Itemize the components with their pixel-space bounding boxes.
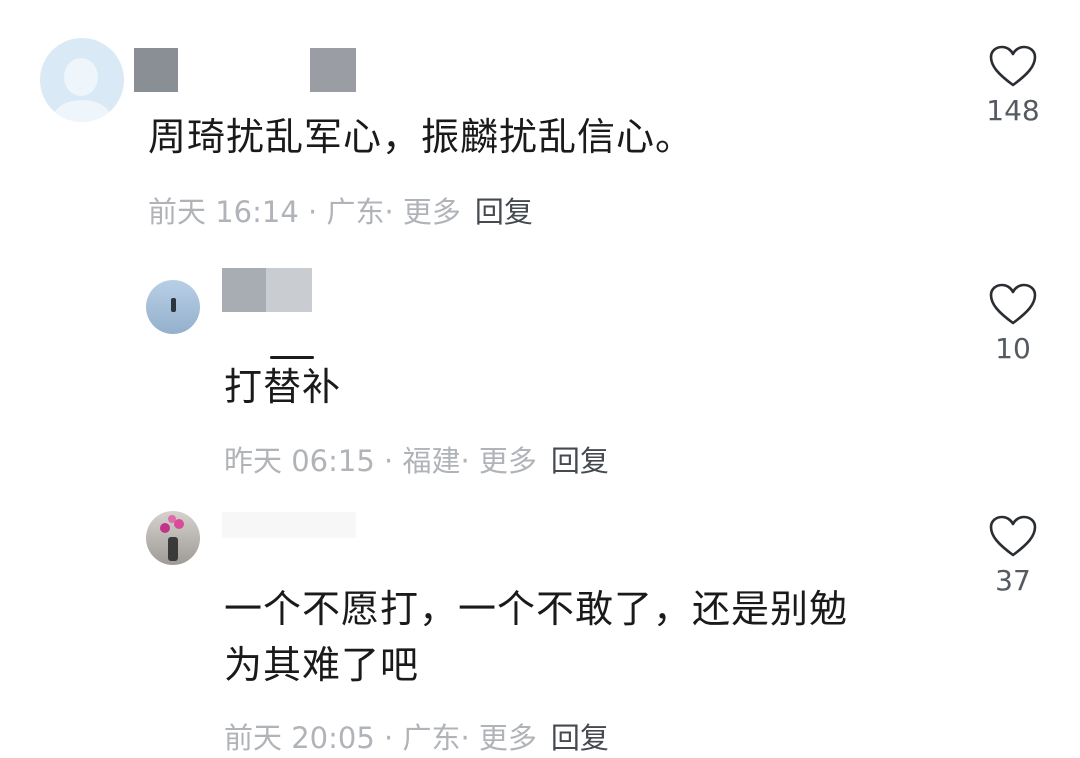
comment-time: 前天 20:05 xyxy=(224,721,375,755)
more-button[interactable]: 更多 xyxy=(479,721,537,755)
username-redacted xyxy=(266,268,312,312)
reply-button[interactable]: 回复 xyxy=(551,444,609,478)
heart-outline-icon xyxy=(989,45,1037,87)
username-redacted[interactable] xyxy=(222,268,266,312)
comment-time: 昨天 06:15 xyxy=(224,444,375,478)
comment-meta: 昨天 06:15 · 福建· 更多 回复 xyxy=(224,444,609,478)
comment-location: 广东 xyxy=(402,721,461,755)
reply-button[interactable]: 回复 xyxy=(551,721,609,755)
like-button[interactable]: 37 xyxy=(983,514,1043,598)
avatar[interactable] xyxy=(146,511,200,565)
like-count: 10 xyxy=(995,332,1031,365)
heart-outline-icon xyxy=(989,283,1037,325)
like-button[interactable]: 10 xyxy=(983,282,1043,366)
avatar[interactable] xyxy=(40,38,124,122)
username-redacted xyxy=(178,48,310,92)
like-count: 148 xyxy=(986,94,1040,127)
heart-outline-icon xyxy=(989,515,1037,557)
more-button[interactable]: 更多 xyxy=(403,195,461,229)
comment-text: 为其难了吧 xyxy=(224,643,420,687)
comment-text: 周琦扰乱军心，振麟扰乱信心。 xyxy=(148,115,695,159)
comment-location: 广东 xyxy=(326,195,385,229)
username-redacted[interactable] xyxy=(134,48,178,92)
username-redacted xyxy=(310,48,356,92)
text-decoration xyxy=(270,356,314,359)
comment-text: 一个不愿打，一个不敢了，还是别勉 xyxy=(224,587,849,631)
comment-location: 福建 xyxy=(402,444,461,478)
comment-text: 打替补 xyxy=(224,365,342,409)
like-count: 37 xyxy=(995,564,1031,597)
more-button[interactable]: 更多 xyxy=(479,444,537,478)
reply-button[interactable]: 回复 xyxy=(475,195,533,229)
comment-time: 前天 16:14 xyxy=(148,195,299,229)
comment-meta: 前天 20:05 · 广东· 更多 回复 xyxy=(224,721,609,755)
avatar[interactable] xyxy=(146,280,200,334)
comment-meta: 前天 16:14 · 广东· 更多 回复 xyxy=(148,195,533,229)
username-redacted[interactable] xyxy=(222,512,356,538)
like-button[interactable]: 148 xyxy=(983,44,1043,128)
